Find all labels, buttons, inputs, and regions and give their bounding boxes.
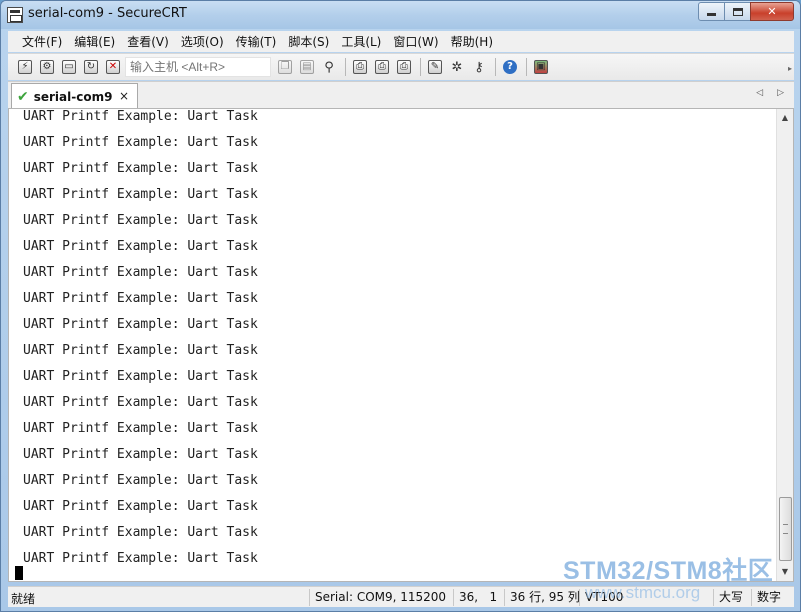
maximize-icon bbox=[732, 7, 743, 16]
menu-help[interactable]: 帮助(H) bbox=[445, 33, 499, 50]
menu-transfer[interactable]: 传输(T) bbox=[230, 33, 283, 50]
key-icon: ⚷ bbox=[474, 59, 484, 75]
printer-icon: ⎙ bbox=[397, 60, 411, 74]
help-button[interactable]: ? bbox=[500, 57, 520, 77]
maximize-button[interactable] bbox=[724, 2, 751, 21]
terminal-line: UART Printf Example: Uart Task bbox=[23, 291, 258, 306]
terminal-line: UART Printf Example: Uart Task bbox=[23, 161, 258, 176]
find-button[interactable]: ⚲ bbox=[319, 57, 339, 77]
connect-icon: ⚡ bbox=[18, 60, 32, 74]
window-title: serial-com9 - SecureCRT bbox=[28, 6, 187, 21]
title-bar[interactable]: serial-com9 - SecureCRT ✕ bbox=[1, 1, 800, 29]
menu-file[interactable]: 文件(F) bbox=[16, 33, 68, 50]
paste-button[interactable]: ▤ bbox=[297, 57, 317, 77]
reconnect-button[interactable]: ↻ bbox=[81, 57, 101, 77]
app-icon[interactable] bbox=[7, 7, 23, 23]
tab-label: serial-com9 bbox=[33, 89, 113, 104]
print-button[interactable]: ⎙ bbox=[394, 57, 414, 77]
keymap-button[interactable]: ⚷ bbox=[469, 57, 489, 77]
menu-tools[interactable]: 工具(L) bbox=[335, 33, 387, 50]
menu-script[interactable]: 脚本(S) bbox=[282, 33, 335, 50]
terminal-line: UART Printf Example: Uart Task bbox=[23, 187, 258, 202]
menu-view[interactable]: 查看(V) bbox=[121, 33, 175, 50]
tab-close-icon[interactable]: × bbox=[119, 89, 129, 103]
binoculars-icon: ⚲ bbox=[324, 59, 334, 75]
terminal-cursor bbox=[15, 566, 23, 580]
help-icon: ? bbox=[503, 60, 517, 74]
print-selection-button[interactable]: ⎙ bbox=[372, 57, 392, 77]
terminal-line: UART Printf Example: Uart Task bbox=[23, 135, 258, 150]
terminal-line: UART Printf Example: Uart Task bbox=[23, 343, 258, 358]
menu-options[interactable]: 选项(O) bbox=[175, 33, 230, 50]
copy-button[interactable]: ❐ bbox=[275, 57, 295, 77]
about-button[interactable]: ▣ bbox=[531, 57, 551, 77]
about-icon: ▣ bbox=[534, 60, 548, 74]
toolbar-overflow-icon[interactable]: ▸ bbox=[788, 64, 792, 73]
print-screen-button[interactable]: ⎙ bbox=[350, 57, 370, 77]
toolbar: ⚡ ⚙ ▭ ↻ ✕ ❐ ▤ ⚲ ⎙ ⎙ ⎙ ✎ ✲ ⚷ ? ▣ ▸ bbox=[8, 53, 794, 80]
connect-button[interactable]: ⚡ bbox=[15, 57, 35, 77]
status-cursor-position: 36, 1 bbox=[453, 589, 504, 606]
terminal-line: UART Printf Example: Uart Task bbox=[23, 317, 258, 332]
terminal-line: UART Printf Example: Uart Task bbox=[23, 109, 258, 124]
minimize-icon bbox=[707, 13, 716, 16]
terminal-line: UART Printf Example: Uart Task bbox=[23, 447, 258, 462]
print-screen-icon: ⎙ bbox=[353, 60, 367, 74]
session-options-icon: ✎ bbox=[428, 60, 442, 74]
status-connection: Serial: COM9, 115200 bbox=[309, 589, 453, 606]
disconnect-icon: ✕ bbox=[106, 60, 120, 74]
scroll-thumb[interactable] bbox=[779, 497, 792, 561]
session-options-button[interactable]: ✎ bbox=[425, 57, 445, 77]
terminal-line: UART Printf Example: Uart Task bbox=[23, 551, 258, 566]
global-options-button[interactable]: ✲ bbox=[447, 57, 467, 77]
terminal-line: UART Printf Example: Uart Task bbox=[23, 499, 258, 514]
toolbar-separator bbox=[345, 58, 346, 76]
tab-scroll-left-icon[interactable]: ◁ bbox=[756, 88, 763, 98]
toolbar-separator bbox=[495, 58, 496, 76]
menu-edit[interactable]: 编辑(E) bbox=[68, 33, 121, 50]
terminal-line: UART Printf Example: Uart Task bbox=[23, 239, 258, 254]
disconnect-button[interactable]: ✕ bbox=[103, 57, 123, 77]
tab-scroll-right-icon[interactable]: ▷ bbox=[777, 88, 784, 98]
vertical-scrollbar[interactable]: ▲ ▼ bbox=[776, 109, 793, 581]
terminal-area[interactable]: UART Printf Example: Uart Task UART Print… bbox=[8, 108, 794, 582]
scroll-up-icon[interactable]: ▲ bbox=[777, 111, 793, 125]
terminal-line: UART Printf Example: Uart Task bbox=[23, 265, 258, 280]
connect-in-tab-button[interactable]: ▭ bbox=[59, 57, 79, 77]
quick-connect-button[interactable]: ⚙ bbox=[37, 57, 57, 77]
quick-connect-icon: ⚙ bbox=[40, 60, 54, 74]
copy-icon: ❐ bbox=[278, 60, 292, 74]
watermark-brand: STM32/STM8社区 bbox=[563, 557, 774, 585]
terminal-line: UART Printf Example: Uart Task bbox=[23, 395, 258, 410]
watermark: STM32/STM8社区 www.stmcu.org bbox=[563, 551, 773, 603]
menu-window[interactable]: 窗口(W) bbox=[387, 33, 444, 50]
close-icon: ✕ bbox=[767, 5, 777, 18]
terminal-line: UART Printf Example: Uart Task bbox=[23, 525, 258, 540]
toolbar-separator bbox=[526, 58, 527, 76]
paste-icon: ▤ bbox=[300, 60, 314, 74]
tab-scroll-controls: ◁ ▷ bbox=[756, 88, 784, 98]
host-input[interactable] bbox=[125, 57, 271, 77]
tab-icon: ▭ bbox=[62, 60, 76, 74]
securecrt-window: serial-com9 - SecureCRT ✕ 文件(F) 编辑(E) 查看… bbox=[0, 0, 801, 612]
terminal-line: UART Printf Example: Uart Task bbox=[23, 473, 258, 488]
window-controls: ✕ bbox=[698, 2, 794, 21]
connected-check-icon: ✔ bbox=[17, 88, 29, 105]
scroll-down-icon[interactable]: ▼ bbox=[777, 565, 793, 579]
menu-bar: 文件(F) 编辑(E) 查看(V) 选项(O) 传输(T) 脚本(S) 工具(L… bbox=[8, 31, 794, 52]
status-ready: 就绪 bbox=[11, 592, 36, 606]
terminal-line: UART Printf Example: Uart Task bbox=[23, 421, 258, 436]
reconnect-icon: ↻ bbox=[84, 60, 98, 74]
tab-serial-com9[interactable]: ✔ serial-com9 × bbox=[11, 83, 138, 109]
tab-bar: ✔ serial-com9 × ◁ ▷ bbox=[8, 81, 794, 109]
close-button[interactable]: ✕ bbox=[750, 2, 794, 21]
toolbar-separator bbox=[420, 58, 421, 76]
print-selection-icon: ⎙ bbox=[375, 60, 389, 74]
terminal-line: UART Printf Example: Uart Task bbox=[23, 369, 258, 384]
tools-icon: ✲ bbox=[451, 59, 463, 75]
minimize-button[interactable] bbox=[698, 2, 725, 21]
terminal-line: UART Printf Example: Uart Task bbox=[23, 213, 258, 228]
